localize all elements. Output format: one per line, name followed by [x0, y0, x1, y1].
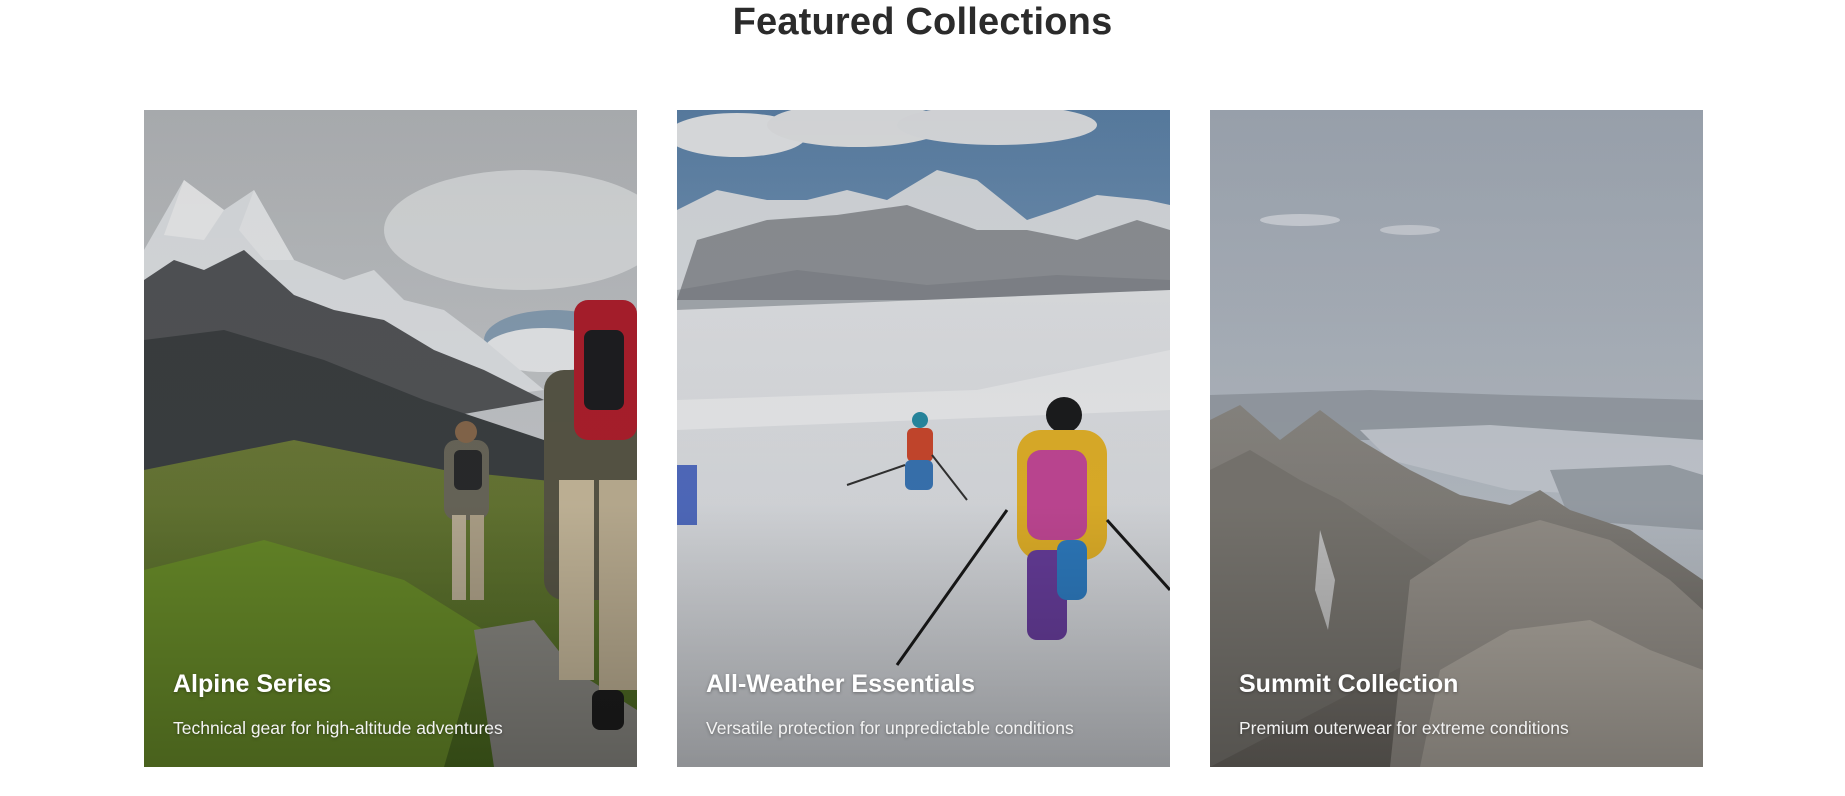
collections-grid: Alpine Series Technical gear for high-al…	[144, 110, 1703, 767]
collection-card-alpine-series[interactable]: Alpine Series Technical gear for high-al…	[144, 110, 637, 767]
card-description: Technical gear for high-altitude adventu…	[173, 718, 503, 738]
card-caption: All-Weather Essentials Versatile protect…	[706, 669, 1150, 739]
card-title: All-Weather Essentials	[706, 670, 976, 698]
card-title: Summit Collection	[1239, 670, 1459, 698]
card-title: Alpine Series	[173, 670, 332, 698]
section-title: Featured Collections	[732, 1, 1113, 43]
card-caption: Summit Collection Premium outerwear for …	[1239, 669, 1683, 739]
featured-collections-section: Featured Collections Alpine Series Techn…	[0, 0, 1845, 796]
card-description: Versatile protection for unpredictable c…	[706, 718, 1074, 738]
card-description: Premium outerwear for extreme conditions	[1239, 718, 1569, 738]
collection-card-summit-collection[interactable]: Summit Collection Premium outerwear for …	[1210, 110, 1703, 767]
collection-card-all-weather-essentials[interactable]: All-Weather Essentials Versatile protect…	[677, 110, 1170, 767]
card-caption: Alpine Series Technical gear for high-al…	[173, 669, 617, 739]
